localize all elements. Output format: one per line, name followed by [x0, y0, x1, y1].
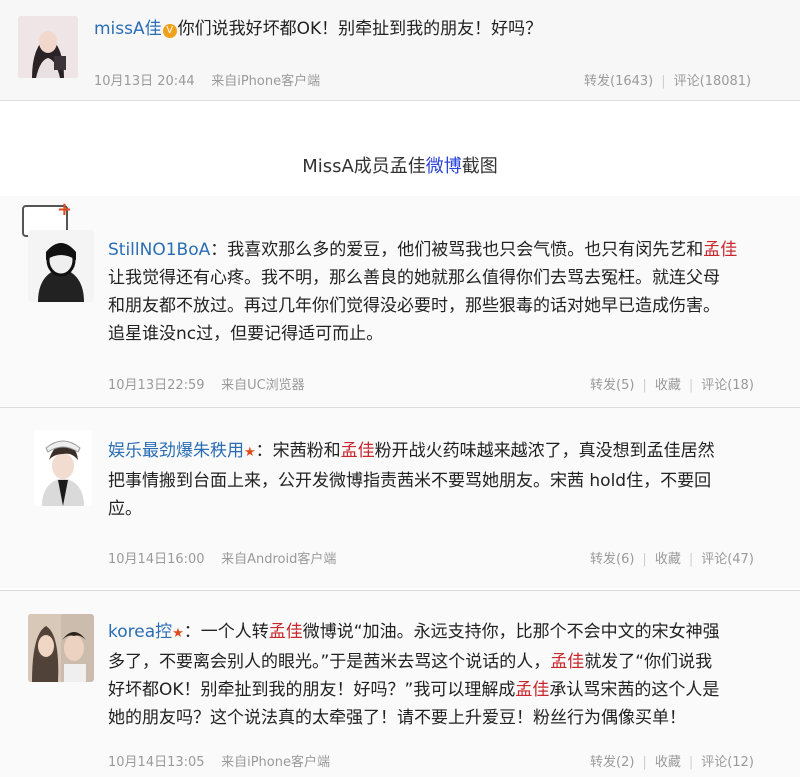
timestamp[interactable]: 10月14日13:05	[108, 755, 205, 770]
v-badge-icon: V	[162, 24, 177, 38]
post-text: missA佳 V 你们说我好坏都OK！别牵扯到我的朋友！好吗？	[94, 19, 543, 39]
star-badge-icon: ★	[172, 626, 184, 641]
comment-actions: 转发(5) | 收藏 | 评论(18)	[590, 374, 754, 393]
timestamp[interactable]: 10月14日16:00	[108, 552, 205, 567]
divider: |	[642, 552, 647, 567]
post-actions: 转发(1643) | 评论(18081)	[584, 70, 751, 89]
comment-actions: 转发(2) | 收藏 | 评论(12)	[590, 751, 754, 770]
repost-button[interactable]: 转发(1643)	[584, 74, 653, 89]
username[interactable]: 娱乐最劲爆朱秩用	[108, 441, 244, 461]
comment-meta: 10月14日16:00 来自Android客户端	[108, 548, 336, 567]
mention-highlight: 孟佳	[340, 441, 375, 461]
divider: |	[688, 552, 694, 567]
favorite-button[interactable]: 收藏	[655, 755, 681, 770]
repost-button[interactable]: 转发(6)	[590, 552, 634, 567]
repost-button[interactable]: 转发(5)	[590, 378, 634, 393]
star-badge-icon: ★	[244, 445, 256, 460]
top-post: missA佳 V 你们说我好坏都OK！别牵扯到我的朋友！好吗？ 10月13日 20:…	[0, 0, 800, 100]
source-link[interactable]: 来自iPhone客户端	[221, 755, 330, 770]
source-link[interactable]: 来自UC浏览器	[221, 378, 305, 393]
divider	[0, 100, 800, 101]
divider: |	[642, 378, 647, 393]
timestamp[interactable]: 10月13日22:59	[108, 378, 205, 393]
comment-button[interactable]: 评论(18)	[701, 378, 754, 393]
mention-highlight: 孟佳	[550, 652, 585, 672]
avatar[interactable]	[28, 230, 94, 302]
username[interactable]: StillNO1BoA	[108, 240, 210, 260]
source-link[interactable]: 来自Android客户端	[221, 552, 336, 567]
mention-highlight: 孟佳	[703, 240, 738, 260]
repost-button[interactable]: 转发(2)	[590, 755, 634, 770]
comment-meta: 10月13日22:59 来自UC浏览器	[108, 374, 305, 393]
favorite-button[interactable]: 收藏	[655, 552, 681, 567]
image-caption: MissA成员孟佳微博截图	[302, 156, 498, 177]
divider: |	[661, 74, 666, 89]
comment-button[interactable]: 评论(47)	[701, 552, 754, 567]
caption-highlight: 微博	[425, 156, 462, 177]
post-meta: 10月13日 20:44 来自iPhone客户端	[94, 70, 320, 89]
divider: |	[642, 755, 647, 770]
timestamp[interactable]: 10月13日 20:44	[94, 74, 195, 89]
comment-text: StillNO1BoA：我喜欢那么多的爱豆，他们被骂我也只会气愤。也只有闵先艺和…	[108, 240, 738, 344]
avatar[interactable]	[18, 16, 78, 78]
username[interactable]: missA佳	[94, 19, 162, 39]
comment-button[interactable]: 评论(18081)	[674, 74, 752, 89]
mention-highlight: 孟佳	[515, 680, 550, 700]
mention-highlight: 孟佳	[268, 622, 303, 642]
comment-text: 娱乐最劲爆朱秩用★：宋茜粉和孟佳粉开战火药味越来越浓了，真没想到孟佳居然 把事情…	[108, 441, 715, 519]
comment-button[interactable]: 评论(12)	[701, 755, 754, 770]
comment-meta: 10月14日13:05 来自iPhone客户端	[108, 751, 330, 770]
username[interactable]: korea控	[108, 622, 172, 642]
divider: |	[688, 755, 694, 770]
favorite-button[interactable]: 收藏	[655, 378, 681, 393]
comment-text: korea控★：一个人转孟佳微博说“加油。永远支持你，比那个不会中文的宋女神强 …	[108, 622, 720, 728]
source-link[interactable]: 来自iPhone客户端	[211, 74, 320, 89]
comment-actions: 转发(6) | 收藏 | 评论(47)	[590, 548, 754, 567]
avatar[interactable]	[28, 614, 94, 682]
avatar[interactable]	[34, 430, 92, 506]
divider: |	[688, 378, 694, 393]
